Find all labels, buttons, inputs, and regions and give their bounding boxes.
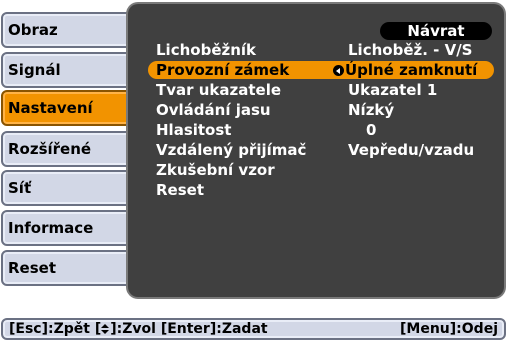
menu-row-reset[interactable]: Reset [148,181,494,199]
hint-esc: [Esc]:Zpět [9,321,90,337]
menu-row-remote-receiver[interactable]: Vzdálený přijímač Vepředu/vzadu [148,141,494,159]
row-label: Tvar ukazatele [156,81,282,99]
row-label: Hlasitost [156,121,232,139]
tab-label: Rozšířené [8,140,92,158]
menu-frame: Obraz Signál Nastavení Rozšířené Síť Inf… [0,0,509,308]
tab-label: Reset [8,259,56,277]
menu-row-keystone[interactable]: Lichoběžník Lichoběž. - V/S [148,41,494,59]
row-value: 0 [366,121,377,139]
row-label: Zkušební vzor [156,161,275,179]
row-value: Úplné zamknutí [345,61,478,79]
tab-label: Informace [8,219,94,237]
row-label: Provozní zámek [156,61,290,79]
hint-menu: [Menu]:Odej [400,321,498,337]
row-label: Vzdálený přijímač [156,141,307,159]
menu-row-test-pattern[interactable]: Zkušební vzor [148,161,494,179]
tab-reset[interactable]: Reset [1,250,137,286]
tab-nastaveni[interactable]: Nastavení [1,90,141,126]
tab-obraz[interactable]: Obraz [1,12,137,48]
row-value: Lichoběž. - V/S [348,41,473,59]
settings-panel: Návrat Lichoběžník Lichoběž. - V/S Provo… [128,4,504,297]
menu-row-pointer-shape[interactable]: Tvar ukazatele Ukazatel 1 [148,81,494,99]
tab-label: Signál [8,61,61,79]
back-button-label: Návrat [407,22,465,40]
updown-arrows-icon [101,324,110,334]
row-value: Vepředu/vzadu [348,141,475,159]
row-value: Nízký [348,101,395,119]
tab-sit[interactable]: Síť [1,170,137,206]
row-value-wrap: Úplné zamknutí [333,61,477,79]
menu-row-brightness[interactable]: Ovládání jasu Nízký [148,101,494,119]
hint-select-close: ]:Zvol [110,321,156,337]
row-value: Ukazatel 1 [348,81,438,99]
tab-informace[interactable]: Informace [1,210,137,246]
tab-rozsirene[interactable]: Rozšířené [1,131,137,167]
row-label: Lichoběžník [156,41,257,59]
row-label: Ovládání jasu [156,101,271,119]
row-label: Reset [156,181,204,199]
key-hint-bar: [Esc]:Zpět []:Zvol [Enter]:Zadat [Menu]:… [1,318,506,340]
enter-icon [333,65,344,76]
hint-enter: [Enter]:Zadat [160,321,268,337]
tab-label: Síť [8,179,32,197]
hint-left-group: [Esc]:Zpět []:Zvol [Enter]:Zadat [9,320,268,338]
menu-row-operation-lock[interactable]: Provozní zámek Úplné zamknutí [148,61,494,79]
tab-signal[interactable]: Signál [1,52,137,88]
menu-row-volume[interactable]: Hlasitost 0 [148,121,494,139]
back-button[interactable]: Návrat [380,22,492,40]
tab-label: Obraz [8,21,58,39]
tab-label: Nastavení [8,99,93,117]
